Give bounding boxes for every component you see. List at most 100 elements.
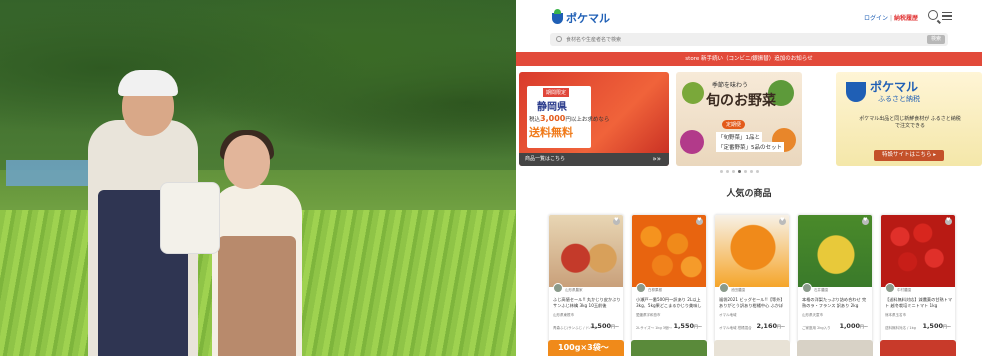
banner-veg-set2: 「定番野菜」5品のセット xyxy=(716,142,785,152)
search-bar: 検索 xyxy=(550,33,948,46)
avatar xyxy=(885,283,895,293)
favorite-heart-icon[interactable] xyxy=(779,217,786,225)
furusato-site-button[interactable]: 特設サイトはこちら ▸ xyxy=(874,150,944,161)
price-value: 1,000 xyxy=(839,322,860,330)
product-grid: 山形県農家 ふじ高値セール!! 丸かじり皮かぶり サンふじ林檎 3kg 10玉前… xyxy=(548,214,958,350)
product-card-peek[interactable] xyxy=(797,340,873,356)
price-value: 1,500 xyxy=(590,322,611,330)
shop-name: 山形県農家 xyxy=(565,288,583,292)
product-card[interactable]: 山形県農家 ふじ高値セール!! 丸かじり皮かぶり サンふじ林檎 3kg 10玉前… xyxy=(548,214,624,344)
product-name: 本格の洋梨たっぷり詰め合わせ 完熟のラ・フランス 訳あり 2kg xyxy=(802,297,867,308)
product-meta: 送料無料対応 / 1kg xyxy=(885,326,916,330)
page-root: ポケマル ログイン|納税履歴 検索 store 新手続い（コンビニ/銀振替）追加… xyxy=(0,0,982,356)
price-threshold: 3,000 xyxy=(540,114,566,123)
prefecture-label: 静岡県 xyxy=(537,102,567,113)
banner-shizuoka[interactable]: 期間限定 静岡県 税込3,000円以上お求めなら 送料無料 商品一覧はこちら »… xyxy=(519,72,669,166)
carousel-dot[interactable] xyxy=(750,170,753,173)
favorite-heart-icon[interactable] xyxy=(613,217,620,225)
free-shipping-label: 送料無料 xyxy=(529,126,573,139)
product-location: 愛媛県宇和島市 xyxy=(636,313,661,317)
product-meta: オマル地域 柑橘混合 xyxy=(719,326,752,330)
product-name: 【送料無料対応】減農薬の甘熟トマト 越冬栽培ミニトマト 1kg xyxy=(885,297,953,308)
banner-shizuoka-footer[interactable]: 商品一覧はこちら »» xyxy=(519,153,669,166)
shop-name: 白柳果樹 xyxy=(648,288,662,292)
search-icon[interactable] xyxy=(928,10,938,20)
product-meta: ご家庭用 2kg入り xyxy=(802,326,831,330)
farmer-woman-head xyxy=(224,135,270,189)
vegetable-illustration xyxy=(680,130,704,154)
peek-banner-text: 100g×3袋〜 xyxy=(558,343,609,352)
vegetable-illustration xyxy=(682,82,704,104)
pokemaru-bag-icon xyxy=(846,82,866,102)
price-unit: 円〜 xyxy=(943,324,951,329)
banner-vegetables[interactable]: 季節を味わう 旬のお野菜 定期便 「旬野菜」1品と 「定番野菜」5品のセット xyxy=(676,72,802,166)
carousel-dot[interactable] xyxy=(732,170,735,173)
product-card[interactable]: 池田農園 福袋2021 ビッグセール!!【等外】 ありがとう訳あり柑橘中心 ふか… xyxy=(714,214,790,344)
shop-name: 中村農園 xyxy=(897,288,911,292)
product-card[interactable]: 白柳果樹 小瀬戸一番500円〜訳あり 2L以上 3kg、5kg果どこまるかじり美… xyxy=(631,214,707,344)
rice-bag xyxy=(160,182,220,254)
carousel-dot-active[interactable] xyxy=(738,170,741,173)
magnifier-icon xyxy=(556,36,562,42)
header: ポケマル ログイン | 納税履歴 xyxy=(516,0,982,30)
header-separator: | xyxy=(889,15,892,22)
product-price: 1,550円〜 xyxy=(673,322,702,330)
section-title: 人気の商品 xyxy=(726,189,772,199)
carousel-dot[interactable] xyxy=(726,170,729,173)
furusato-description: ポケマル出品と同じ新鮮食材が ふるさと納税で注文できる xyxy=(859,116,961,129)
avatar xyxy=(636,283,646,293)
banner-veg-line1: 季節を味わう xyxy=(712,82,749,89)
limited-tag: 期間限定 xyxy=(543,88,570,97)
carousel-dot[interactable] xyxy=(744,170,747,173)
price-unit: 円〜 xyxy=(777,324,785,329)
product-price: 1,500円〜 xyxy=(590,322,619,330)
tax-history-link[interactable]: 納税履歴 xyxy=(894,15,918,22)
product-location: オマル地域 xyxy=(719,313,737,317)
carousel-dot[interactable] xyxy=(756,170,759,173)
login-link[interactable]: ログイン xyxy=(864,15,888,22)
hamburger-menu-icon[interactable] xyxy=(942,12,952,20)
product-card-peek[interactable] xyxy=(714,340,790,356)
price-value: 1,550 xyxy=(673,322,694,330)
banner-furusato[interactable]: ポケマル ふるさと納税 ポケマル出品と同じ新鮮食材が ふるさと納税で注文できる … xyxy=(836,72,982,166)
product-card[interactable]: 石井農園 本格の洋梨たっぷり詰め合わせ 完熟のラ・フランス 訳あり 2kg 山形… xyxy=(797,214,873,344)
product-name: 小瀬戸一番500円〜訳あり 2L以上 3kg、5kg果どこまるかじり美味しい xyxy=(636,297,702,309)
search-button[interactable]: 検索 xyxy=(927,35,945,44)
product-location: 山形県東根市 xyxy=(553,313,574,317)
product-price: 1,000円〜 xyxy=(839,322,868,330)
product-card[interactable]: 中村農園 【送料無料対応】減農薬の甘熟トマト 越冬栽培ミニトマト 1kg 熊本県… xyxy=(880,214,956,344)
favorite-heart-icon[interactable] xyxy=(696,217,703,225)
shop-name: 石井農園 xyxy=(814,288,828,292)
avatar xyxy=(553,283,563,293)
favorite-heart-icon[interactable] xyxy=(945,217,952,225)
product-card-peek[interactable] xyxy=(631,340,707,356)
subscription-tag: 定期便 xyxy=(722,120,746,129)
arrow-right-icon: »» xyxy=(652,155,661,163)
product-image xyxy=(632,215,706,287)
carousel-dot[interactable] xyxy=(720,170,723,173)
price-suffix: 円以上お求めなら xyxy=(565,117,610,123)
search-input[interactable] xyxy=(566,34,906,45)
product-image xyxy=(715,215,789,287)
product-location: 熊本県玉名市 xyxy=(885,313,906,317)
product-image xyxy=(549,215,623,287)
notice-banner[interactable]: store 新手続い（コンビニ/銀振替）追加のお知らせ xyxy=(516,52,982,66)
product-list-link: 商品一覧はこちら xyxy=(525,156,566,162)
price-value: 2,160 xyxy=(756,322,777,330)
product-price: 2,160円〜 xyxy=(756,322,785,330)
shop-name: 池田農園 xyxy=(731,288,745,292)
price-unit: 円〜 xyxy=(611,324,619,329)
logo[interactable]: ポケマル xyxy=(552,8,610,26)
furusato-brand: ポケマル xyxy=(870,80,919,94)
price-value: 1,500 xyxy=(922,322,943,330)
favorite-heart-icon[interactable] xyxy=(862,217,869,225)
product-card-peek[interactable] xyxy=(880,340,956,356)
furusato-subtitle: ふるさと納税 xyxy=(878,95,920,103)
farmer-woman-apron xyxy=(218,236,296,356)
price-prefix: 税込 xyxy=(529,117,541,123)
product-image xyxy=(798,215,872,287)
carousel-dots xyxy=(720,170,759,173)
product-card-peek[interactable]: 100g×3袋〜 xyxy=(548,340,624,356)
hero-photo xyxy=(0,0,516,356)
avatar xyxy=(802,283,812,293)
